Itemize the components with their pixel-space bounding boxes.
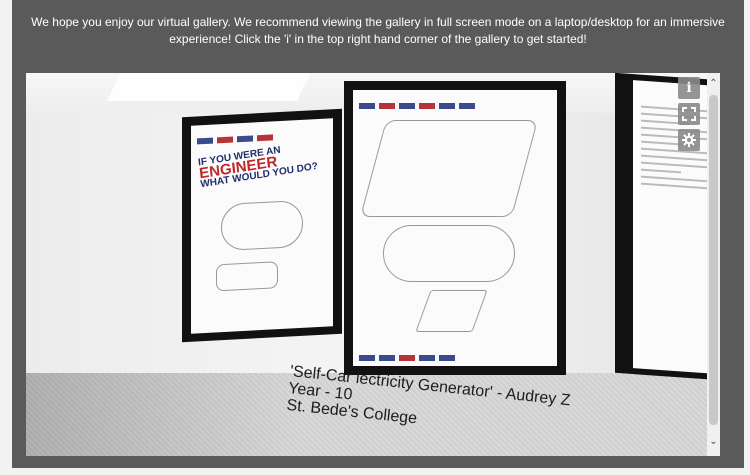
poster-engineer[interactable]: IF YOU WERE AN ENGINEER WHAT WOULD YOU D… — [182, 108, 342, 343]
fullscreen-icon[interactable] — [678, 103, 700, 125]
gallery-controls: i — [678, 77, 704, 155]
poster-self-car[interactable] — [344, 81, 566, 375]
car-window-sketch — [360, 120, 538, 217]
gallery-skylight — [107, 73, 315, 101]
car-sketch — [221, 199, 303, 252]
gear-icon[interactable] — [678, 129, 700, 151]
headlight-sketch — [216, 261, 278, 292]
scroll-down-icon[interactable]: ⌄ — [707, 435, 720, 449]
poster-sheet — [353, 90, 557, 366]
sponsor-logos — [359, 96, 479, 109]
scroll-up-icon[interactable]: ⌃ — [707, 77, 720, 91]
sponsor-logos — [197, 127, 277, 145]
intro-text: We hope you enjoy our virtual gallery. W… — [31, 15, 725, 46]
solar-panel-sketch — [415, 290, 488, 332]
poster-heading: IF YOU WERE AN ENGINEER WHAT WOULD YOU D… — [197, 144, 319, 191]
info-icon[interactable]: i — [678, 77, 700, 99]
scrollbar[interactable]: ⌃ ⌄ — [707, 73, 720, 456]
car-top-sketch — [383, 225, 515, 282]
scroll-thumb[interactable] — [709, 95, 718, 425]
gallery-viewer[interactable]: IF YOU WERE AN ENGINEER WHAT WOULD YOU D… — [26, 73, 707, 456]
poster-sheet: IF YOU WERE AN ENGINEER WHAT WOULD YOU D… — [191, 118, 333, 334]
footer-logos — [359, 348, 459, 361]
